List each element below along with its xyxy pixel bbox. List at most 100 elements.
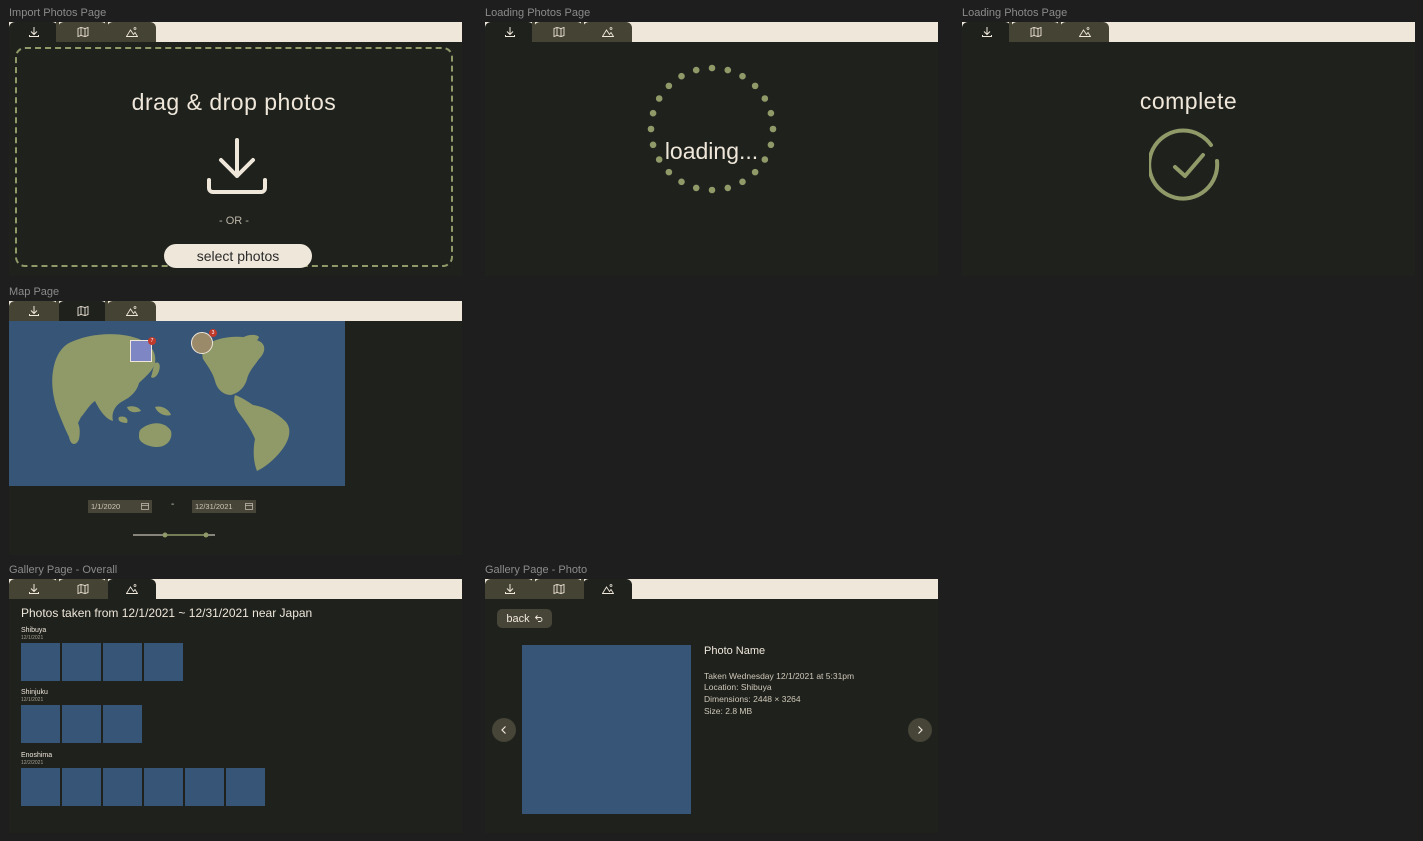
photo-thumbnail[interactable] <box>144 768 183 806</box>
gallery-icon <box>125 306 138 316</box>
tab-import[interactable] <box>485 22 534 42</box>
back-label: back <box>506 612 530 625</box>
photo-thumbnail[interactable] <box>62 768 101 806</box>
start-date-input[interactable]: 1/1/2020 <box>88 500 152 513</box>
loading-text: loading... <box>664 138 759 164</box>
tab-import[interactable] <box>9 579 58 599</box>
tab-gallery[interactable] <box>105 579 156 599</box>
check-circle-icon <box>1149 128 1220 201</box>
calendar-icon[interactable] <box>245 502 253 510</box>
photo-thumbnail[interactable] <box>21 768 60 806</box>
date-range-separator: - <box>171 499 175 510</box>
frame-label-loading: Loading Photos Page <box>485 7 591 19</box>
tab-gallery[interactable] <box>1058 22 1109 42</box>
gallery-group-location: Shinjuku <box>21 689 48 696</box>
photo-thumbnail[interactable] <box>21 643 60 681</box>
photo-location: Location: Shibuya <box>704 682 772 692</box>
world-map[interactable]: 7 3 <box>9 321 345 486</box>
tab-map[interactable] <box>532 22 583 42</box>
world-map-graphic <box>52 334 290 471</box>
loading-dot <box>769 125 777 133</box>
loading-dot <box>761 95 769 102</box>
marker-badge: 3 <box>209 329 217 337</box>
slider-start-handle[interactable] <box>162 532 168 538</box>
tab-bar <box>9 22 462 42</box>
map-icon <box>77 305 88 317</box>
map-icon <box>77 26 88 38</box>
photo-taken: Taken Wednesday 12/1/2021 at 5:31pm <box>704 671 855 681</box>
gallery-icon <box>601 27 614 37</box>
map-icon <box>553 583 564 595</box>
loading-photos-frame: loading... <box>485 22 938 276</box>
photo-thumbnail[interactable] <box>62 705 101 743</box>
tab-import[interactable] <box>962 22 1011 42</box>
photo-dropzone[interactable]: drag & drop photos - OR - select photos <box>15 47 453 268</box>
import-icon <box>28 306 39 316</box>
loading-dot <box>647 125 655 133</box>
tab-map[interactable] <box>1009 22 1060 42</box>
start-date-value: 1/1/2020 <box>91 502 121 511</box>
photo-preview <box>522 645 691 814</box>
download-icon <box>207 138 267 194</box>
date-range-slider[interactable] <box>133 529 215 541</box>
gallery-icon <box>601 584 614 594</box>
complete-text: complete <box>1139 88 1238 114</box>
photo-thumbnail[interactable] <box>226 768 265 806</box>
tab-map[interactable] <box>532 579 583 599</box>
tab-bar <box>962 22 1415 42</box>
photo-thumbnail[interactable] <box>103 643 142 681</box>
photo-thumbnail[interactable] <box>21 705 60 743</box>
tab-import[interactable] <box>9 301 58 321</box>
map-icon <box>1030 26 1041 38</box>
photo-thumbnail[interactable] <box>62 643 101 681</box>
photo-thumbnail[interactable] <box>103 705 142 743</box>
loading-dot <box>751 82 759 90</box>
tab-map[interactable] <box>56 579 107 599</box>
back-button[interactable]: back <box>497 609 552 628</box>
loading-dot <box>767 109 775 117</box>
gallery-group-date: 12/1/2021 <box>21 697 44 703</box>
end-date-input[interactable]: 12/31/2021 <box>192 500 256 513</box>
photo-thumbnail[interactable] <box>185 768 224 806</box>
import-photos-frame: drag & drop photos - OR - select photos <box>9 22 462 276</box>
import-icon <box>28 584 39 594</box>
photo-size: Size: 2.8 MB <box>704 706 753 716</box>
slider-end-handle[interactable] <box>203 532 209 538</box>
loading-dot <box>655 95 663 102</box>
tab-map[interactable] <box>56 22 107 42</box>
tab-import[interactable] <box>9 22 58 42</box>
tab-map[interactable] <box>56 301 107 321</box>
frame-label-gallery-overall: Gallery Page - Overall <box>9 564 118 576</box>
or-divider: - OR - <box>219 215 249 227</box>
loading-dot <box>692 184 700 192</box>
photo-thumbnail[interactable] <box>144 643 183 681</box>
tab-gallery[interactable] <box>581 22 632 42</box>
photo-thumbnail[interactable] <box>103 768 142 806</box>
loading-dot <box>678 72 685 80</box>
tab-gallery[interactable] <box>105 22 156 42</box>
loading-dot <box>665 82 673 90</box>
calendar-icon[interactable] <box>141 502 149 510</box>
photo-dimensions: Dimensions: 2448 × 3264 <box>704 694 801 704</box>
tab-gallery[interactable] <box>105 301 156 321</box>
map-icon <box>77 583 88 595</box>
tab-bar <box>9 301 462 321</box>
tab-gallery[interactable] <box>581 579 632 599</box>
america-photo-marker[interactable]: 3 <box>191 329 217 354</box>
gallery-group-date: 12/2/2021 <box>21 760 44 766</box>
chevron-right-icon <box>918 726 923 734</box>
import-icon <box>504 27 515 37</box>
next-photo-button[interactable] <box>908 718 932 742</box>
tab-bar <box>485 22 938 42</box>
tab-import[interactable] <box>485 579 534 599</box>
loading-dot <box>739 72 746 80</box>
gallery-group-location: Shibuya <box>21 627 47 634</box>
dropzone-title: drag & drop photos <box>131 89 337 115</box>
map-frame: 7 3 1/1/2020 - 12/31/2021 <box>9 301 462 555</box>
loading-dot <box>665 168 673 176</box>
japan-photo-marker[interactable]: 7 <box>130 337 156 362</box>
gallery-overall-frame: Photos taken from 12/1/2021 ~ 12/31/2021… <box>9 579 462 833</box>
select-photos-button[interactable]: select photos <box>164 244 312 268</box>
previous-photo-button[interactable] <box>492 718 516 742</box>
loading-dot <box>649 109 657 117</box>
